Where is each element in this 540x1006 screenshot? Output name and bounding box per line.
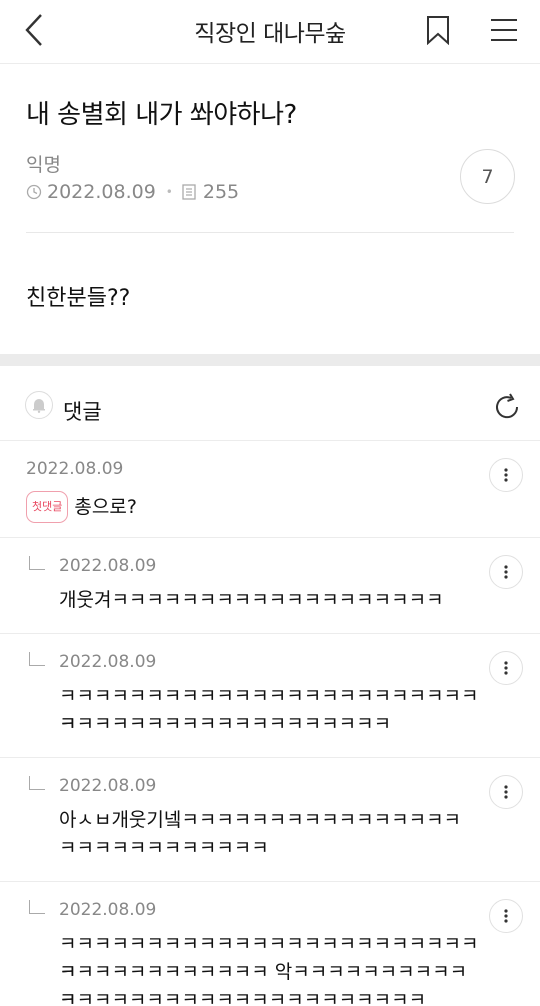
post-author: 익명 xyxy=(26,154,61,176)
reply-arrow-icon xyxy=(29,652,45,666)
reply-item: 2022.08.09 ㅋㅋㅋㅋㅋㅋㅋㅋㅋㅋㅋㅋㅋㅋㅋㅋㅋㅋㅋㅋㅋㅋㅋㅋㅋ ㅋㅋㅋ… xyxy=(0,634,540,758)
reply-arrow-icon xyxy=(29,556,45,570)
document-icon xyxy=(182,184,198,200)
reply-item: 2022.08.09 개웃겨ㅋㅋㅋㅋㅋㅋㅋㅋㅋㅋㅋㅋㅋㅋㅋㅋㅋㅋㅋ xyxy=(0,538,540,634)
more-options-button[interactable] xyxy=(489,651,523,685)
comment-date: 2022.08.09 xyxy=(59,900,157,920)
reply-arrow-icon xyxy=(29,900,45,914)
comment-text-line: ㅋㅋㅋㅋㅋㅋㅋㅋㅋㅋㅋㅋ xyxy=(59,837,269,859)
bookmark-button[interactable] xyxy=(418,10,458,50)
comments-label: 댓글 xyxy=(63,400,102,424)
section-separator xyxy=(0,354,540,366)
post-date: 2022.08.09 xyxy=(47,181,156,203)
comment-text: 개웃겨ㅋㅋㅋㅋㅋㅋㅋㅋㅋㅋㅋㅋㅋㅋㅋㅋㅋㅋㅋ xyxy=(59,589,444,611)
comment-text-line: ㅋㅋㅋㅋㅋㅋㅋㅋㅋㅋㅋㅋㅋㅋㅋㅋㅋㅋㅋㅋㅋ xyxy=(59,989,427,1006)
hamburger-menu-icon xyxy=(491,19,517,41)
post-body: 친한분들?? xyxy=(26,286,131,311)
comment-date: 2022.08.09 xyxy=(26,459,124,479)
post-views: 255 xyxy=(202,181,240,203)
menu-button[interactable] xyxy=(484,10,524,50)
bell-icon xyxy=(33,399,45,413)
reply-item: 2022.08.09 아ㅅㅂ개웃기넼ㅋㅋㅋㅋㅋㅋㅋㅋㅋㅋㅋㅋㅋㅋㅋㅋ ㅋㅋㅋㅋㅋ… xyxy=(0,758,540,882)
app-header: 직장인 대나무숲 xyxy=(0,0,540,64)
more-vertical-icon xyxy=(504,661,508,675)
notification-bell-button[interactable] xyxy=(25,391,53,419)
more-options-button[interactable] xyxy=(489,775,523,809)
more-options-button[interactable] xyxy=(489,458,523,492)
more-vertical-icon xyxy=(504,565,508,579)
clock-icon xyxy=(26,184,42,200)
comment-text-row: 첫댓글 총으로? xyxy=(26,491,446,523)
comment-count-badge[interactable]: 7 xyxy=(460,149,515,204)
comment-item: 2022.08.09 첫댓글 총으로? xyxy=(0,441,540,538)
more-vertical-icon xyxy=(504,785,508,799)
refresh-icon xyxy=(496,393,519,419)
comments-header: 댓글 xyxy=(0,366,540,441)
post-meta: 2022.08.09 • 255 xyxy=(26,181,239,203)
comment-date: 2022.08.09 xyxy=(59,776,157,796)
comment-date: 2022.08.09 xyxy=(59,556,157,576)
reply-item: 2022.08.09 ㅋㅋㅋㅋㅋㅋㅋㅋㅋㅋㅋㅋㅋㅋㅋㅋㅋㅋㅋㅋㅋㅋㅋㅋㅋ ㅋㅋㅋ… xyxy=(0,882,540,1006)
bookmark-icon xyxy=(427,16,449,45)
first-comment-badge: 첫댓글 xyxy=(26,491,69,523)
divider xyxy=(26,232,514,233)
comment-text-line: 아ㅅㅂ개웃기넼ㅋㅋㅋㅋㅋㅋㅋㅋㅋㅋㅋㅋㅋㅋㅋㅋ xyxy=(59,809,462,831)
page-title: 직장인 대나무숲 xyxy=(194,21,346,47)
comment-text-line: ㅋㅋㅋㅋㅋㅋㅋㅋㅋㅋㅋㅋㅋㅋㅋㅋㅋㅋㅋ xyxy=(59,713,392,735)
post-title: 내 송별회 내가 쏴야하나? xyxy=(26,100,297,130)
more-options-button[interactable] xyxy=(489,899,523,933)
meta-separator: • xyxy=(165,185,173,199)
more-vertical-icon xyxy=(504,468,508,482)
more-vertical-icon xyxy=(504,909,508,923)
refresh-button[interactable] xyxy=(490,390,524,424)
more-options-button[interactable] xyxy=(489,555,523,589)
reply-arrow-icon xyxy=(29,776,45,790)
comment-date: 2022.08.09 xyxy=(59,652,157,672)
comment-text: 총으로? xyxy=(74,496,137,518)
